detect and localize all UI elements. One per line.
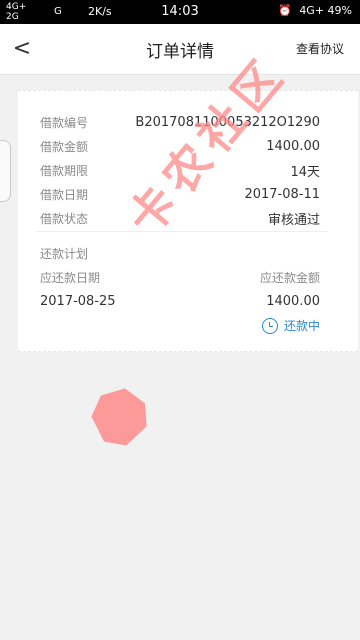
due-date-value: 2017-08-25 xyxy=(40,293,116,309)
section-divider xyxy=(36,231,328,232)
repayment-row: 2017-08-25 1400.00 xyxy=(40,291,320,311)
loan-date-label: 借款日期 xyxy=(40,187,89,202)
repayment-plan-title-row: 还款计划 xyxy=(40,243,320,263)
repayment-plan-title: 还款计划 xyxy=(40,246,89,261)
app-header: < 订单详情 查看协议 xyxy=(0,24,360,75)
view-protocol-link[interactable]: 查看协议 xyxy=(296,40,344,57)
loan-date-value: 2017-08-11 xyxy=(244,186,320,202)
status-right: ⏰ 4G+ 49% xyxy=(278,4,352,17)
watermark-logo xyxy=(88,384,153,449)
repayment-header-row: 应还款日期 应还款金额 xyxy=(40,267,320,287)
repayment-status: 还款中 xyxy=(261,317,320,334)
repayment-status-label: 还款中 xyxy=(283,319,320,333)
due-amount-header: 应还款金额 xyxy=(259,270,320,285)
loan-id-label: 借款编号 xyxy=(40,115,89,130)
due-date-header: 应还款日期 xyxy=(40,270,101,285)
loan-amount-value: 1400.00 xyxy=(266,138,320,154)
due-amount-value: 1400.00 xyxy=(266,293,320,309)
loan-term-value: 14天 xyxy=(290,164,320,180)
battery-text: 4G+ 49% xyxy=(299,4,352,17)
edge-handle[interactable] xyxy=(0,140,11,202)
loan-amount-label: 借款金额 xyxy=(40,139,89,154)
loan-status-label: 借款状态 xyxy=(40,211,89,226)
loan-status-value: 审核通过 xyxy=(267,212,320,228)
clock-icon xyxy=(261,317,278,334)
alarm-icon: ⏰ xyxy=(278,4,292,17)
loan-term-label: 借款期限 xyxy=(40,163,89,178)
status-bar: 4G+ 2G G 2K/s 14:03 ⏰ 4G+ 49% xyxy=(0,0,360,24)
